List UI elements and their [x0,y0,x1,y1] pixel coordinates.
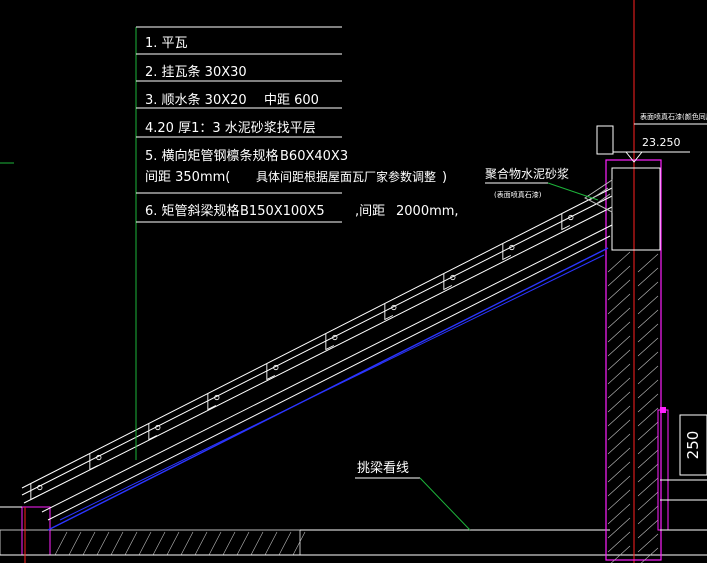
floor-slab [0,506,707,556]
wall-hatch-stroke [637,337,659,357]
notes-table: 1. 平瓦 2. 挂瓦条 30X30 3. 顺水条 30X20 中距 600 4… [135,26,459,460]
cornice-annotation: 挑梁看线 [355,460,471,531]
roof-section-drawing: 250 23.250 表面喷真石漆(颜色同周 聚合物水泥砂浆 (表面喷真石漆) … [0,0,707,563]
elevation-value: 23.250 [642,136,681,149]
slab-hatch-stroke [166,531,180,556]
wall-hatch-stroke [637,463,659,483]
wall-hatch-stroke [637,505,659,525]
elevation-box [596,125,614,155]
cad-drawing-viewport[interactable]: 250 23.250 表面喷真石漆(颜色同周 聚合物水泥砂浆 (表面喷真石漆) … [0,0,707,563]
mortar-leader [547,182,599,201]
wall-hatch-stroke [637,449,659,469]
slab-hatch-stroke [54,531,68,556]
wall-hatch-stroke [637,435,659,455]
tile-lap [502,243,512,261]
slab-hatch-stroke [138,531,152,556]
mortar-sublabel: (表面喷真石漆) [494,190,542,199]
wall-top-block [611,167,661,251]
note-5-a: 5. 横向矩管钢檩条规格 [145,148,279,164]
slab-hatch-stroke [110,531,124,556]
slab-hatch-stroke [180,531,194,556]
slab-hatch-stroke [96,531,110,556]
wall-hatch-stroke [637,491,659,511]
cornice-label: 挑梁看线 [357,460,409,476]
note-6-b: B150X100X5 [240,204,325,219]
slab-hatch-stroke [250,531,264,556]
slab-hatch-stroke [236,531,250,556]
dimension-250-text: 250 [684,431,702,460]
cornice-leader [419,477,471,531]
dimension-250: 250 [679,414,707,476]
wall-hatch-stroke [637,519,659,539]
roof-layer-line-3 [41,224,613,513]
note-5-d: 具体间距根据屋面瓦厂家参数调整 [256,169,436,184]
elevation-marker: 23.250 表面喷真石漆(颜色同周 [596,112,707,163]
note-2: 2. 挂瓦条 30X30 [145,64,247,80]
wall-hatch-stroke [637,267,659,287]
roof-layer-line-2 [23,206,613,504]
wall-hatch-stroke [637,393,659,413]
wall-hatch-stroke [637,295,659,315]
tile-lap [443,273,453,291]
note-3-b: 中距 600 [264,93,319,108]
wall-hatch-stroke [637,421,659,441]
wall-hatch-stroke [637,407,659,427]
roof-slope [21,179,613,531]
slab-hatch-stroke [152,531,166,556]
slab-hatch [54,531,306,556]
slab-edge-column [21,506,51,556]
note-6-a: 6. 矩管斜梁规格 [145,203,240,219]
wall-hatch-stroke [637,379,659,399]
top-note-text: 表面喷真石漆(颜色同周 [640,112,707,121]
roof-surface-line [21,187,613,489]
slab-hatch-stroke [222,531,236,556]
note-5-b: B60X40X3 [280,149,348,164]
note-4: 4.20 厚1：3 水泥砂浆找平层 [145,121,316,136]
note-3-a: 3. 顺水条 30X20 [145,92,247,108]
wall-hatch-stroke [637,351,659,371]
wall-hatch-stroke [637,533,659,553]
wall-hatch-stroke [637,477,659,497]
note-5-e: ) [442,170,447,185]
rafter-inner-line [59,254,605,521]
wall-right-strip [657,409,669,531]
wall-hatch-stroke [637,281,659,301]
wall-hatch-stroke [637,253,659,273]
roof-layer-line-4 [47,235,611,521]
tile-lap [30,483,40,501]
roof-layer-line-1 [21,195,613,496]
wall-hatch-stroke [637,365,659,385]
wall-hatch-stroke [637,323,659,343]
parapet-wall [605,159,707,563]
slab-hatch-stroke [124,531,138,556]
tile-lap [561,213,571,231]
slab-hatch-stroke [208,531,222,556]
note-6-d: 2000mm, [396,204,459,219]
tile-lap [89,453,99,471]
wall-hatch [607,251,659,563]
slab-hatch-stroke [292,531,306,556]
slab-hatch-stroke [194,531,208,556]
wall-hatch-stroke [637,309,659,329]
note-5-c: 间距 350mm( [145,170,230,185]
marker-square [660,407,666,413]
roof-tiles [30,213,571,501]
slab-hatch-stroke [278,531,292,556]
slab-hatch-stroke [68,531,82,556]
mortar-annotation: 聚合物水泥砂浆 (表面喷真石漆) [485,166,599,201]
note-1: 1. 平瓦 [145,36,188,51]
tile-lap [384,303,394,321]
slab-hatch-stroke [82,531,96,556]
slab-hatch-stroke [264,531,278,556]
note-6-c: ,间距 [355,204,385,219]
mortar-label: 聚合物水泥砂浆 [485,166,569,181]
